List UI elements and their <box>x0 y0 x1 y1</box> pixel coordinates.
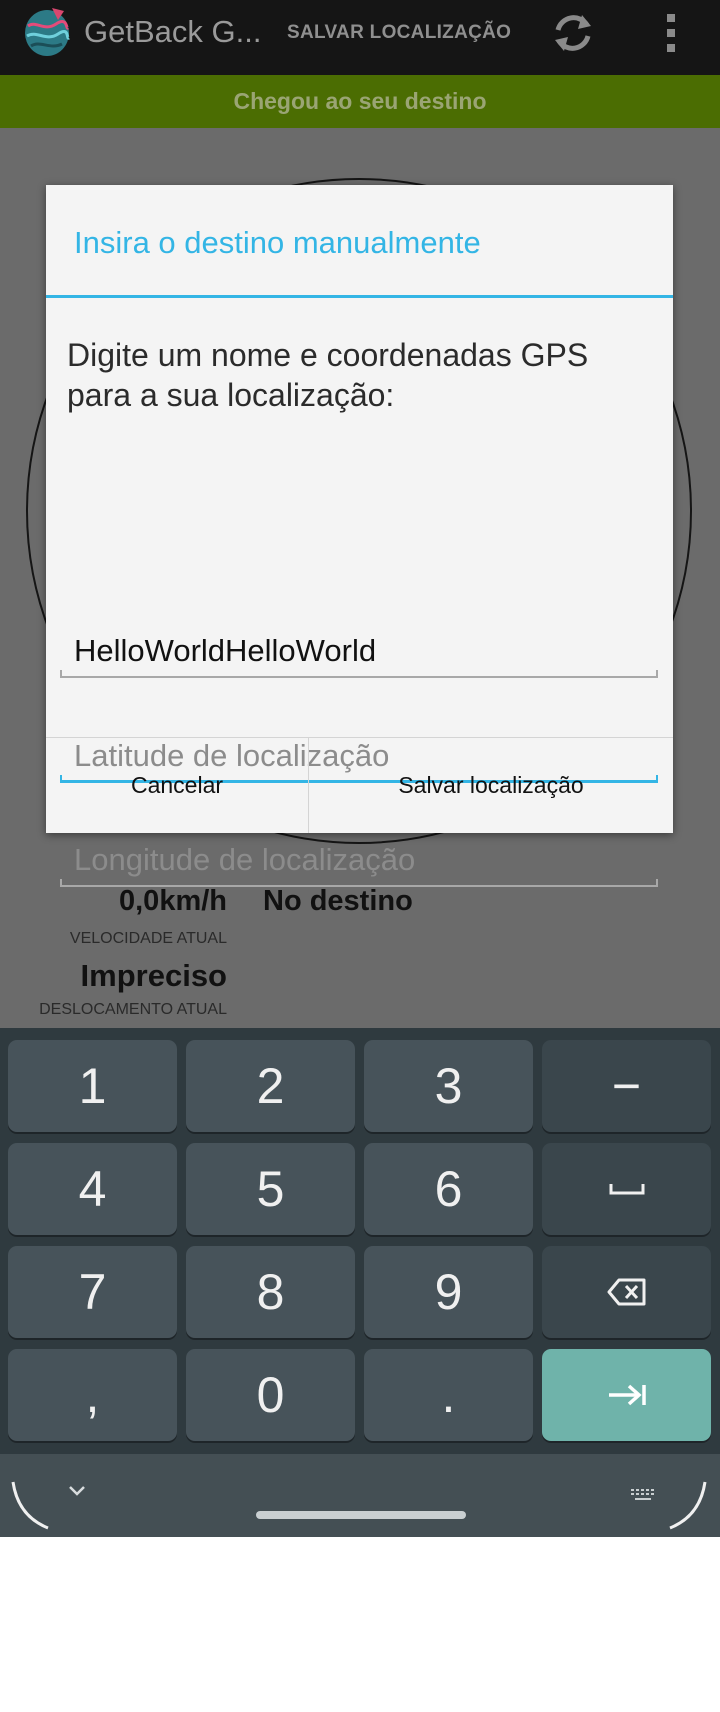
key-minus[interactable]: − <box>542 1040 711 1132</box>
home-gesture-bar[interactable] <box>256 1511 466 1519</box>
cancel-button[interactable]: Cancelar <box>46 738 308 833</box>
longitude-field[interactable] <box>60 837 658 887</box>
screen-corner-right-icon <box>669 1481 707 1530</box>
key-2[interactable]: 2 <box>186 1040 355 1132</box>
hide-keyboard-chevron-icon[interactable] <box>67 1484 87 1498</box>
key-backspace[interactable] <box>542 1246 711 1338</box>
key-9[interactable]: 9 <box>364 1246 533 1338</box>
location-name-input[interactable] <box>60 628 658 674</box>
arrival-status-bar: Chegou ao seu destino <box>0 75 720 128</box>
current-displacement-value: Impreciso <box>80 958 227 993</box>
save-location-button[interactable]: Salvar localização <box>309 738 673 833</box>
key-4[interactable]: 4 <box>8 1143 177 1235</box>
key-next[interactable] <box>542 1349 711 1441</box>
key-period[interactable]: . <box>364 1349 533 1441</box>
arrival-status-text: Chegou ao seu destino <box>233 88 487 114</box>
save-location-action[interactable]: SALVAR LOCALIZAÇÃO <box>287 22 511 44</box>
key-5[interactable]: 5 <box>186 1143 355 1235</box>
tab-next-icon <box>608 1384 646 1406</box>
app-screen: GetBack G... SALVAR LOCALIZAÇÃO Chegou a… <box>0 0 720 1537</box>
current-speed-value: 0,0km/h <box>119 885 227 917</box>
backspace-icon <box>607 1278 645 1306</box>
field-underline <box>60 879 658 887</box>
key-3[interactable]: 3 <box>364 1040 533 1132</box>
manual-destination-dialog: Insira o destino manualmente Digite um n… <box>46 185 673 887</box>
action-bar: GetBack G... SALVAR LOCALIZAÇÃO <box>0 0 720 75</box>
space-key-icon <box>609 1184 644 1195</box>
key-1[interactable]: 1 <box>8 1040 177 1132</box>
key-comma[interactable]: , <box>8 1349 177 1441</box>
field-underline <box>60 670 658 678</box>
key-8[interactable]: 8 <box>186 1246 355 1338</box>
keyboard-switcher-icon[interactable] <box>630 1488 658 1502</box>
key-6[interactable]: 6 <box>364 1143 533 1235</box>
numeric-keyboard: 1 2 3 − 4 5 6 7 8 9 , 0 . <box>0 1028 720 1454</box>
key-7[interactable]: 7 <box>8 1246 177 1338</box>
current-displacement-label: DESLOCAMENTO ATUAL <box>39 1001 227 1018</box>
location-name-field[interactable] <box>60 628 658 678</box>
app-logo-icon[interactable] <box>22 6 72 58</box>
key-space[interactable] <box>542 1143 711 1235</box>
dialog-message: Digite um nome e coordenadas GPS para a … <box>67 337 589 413</box>
app-title: GetBack G... <box>84 14 262 49</box>
current-speed-label: VELOCIDADE ATUAL <box>69 930 227 947</box>
screen-corner-left-icon <box>11 1481 49 1530</box>
longitude-input[interactable] <box>60 837 658 883</box>
destination-status: No destino <box>263 885 413 917</box>
title-divider <box>46 295 673 298</box>
overflow-menu-icon[interactable] <box>660 10 682 56</box>
refresh-icon[interactable] <box>548 8 598 58</box>
key-0[interactable]: 0 <box>186 1349 355 1441</box>
navigation-bar <box>0 1454 720 1537</box>
dialog-title: Insira o destino manualmente <box>74 225 481 260</box>
